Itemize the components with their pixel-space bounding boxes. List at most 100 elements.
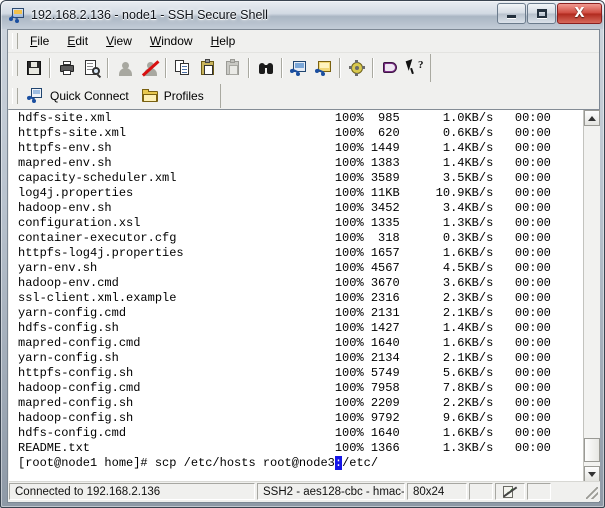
toolbar-separator <box>339 58 341 78</box>
scroll-up-button[interactable] <box>584 110 600 126</box>
title-bar[interactable]: 192.168.2.136 - node1 - SSH Secure Shell… <box>1 1 604 29</box>
find-icon <box>257 59 275 77</box>
settings-icon <box>348 59 366 77</box>
terminal-transfer-row: mapred-config.cmd 100% 1640 1.6KB/s 00:0… <box>18 336 551 350</box>
toolbar-drag-grip[interactable] <box>12 60 18 76</box>
profiles-button[interactable]: Profiles <box>135 85 210 107</box>
status-connection: Connected to 192.168.2.136 <box>9 483 255 500</box>
ssh-secure-shell-window: 192.168.2.136 - node1 - SSH Secure Shell… <box>0 0 605 508</box>
help-book-icon <box>381 59 399 77</box>
status-transfer-indicator: ✓ <box>495 483 525 500</box>
transfer-status-icon: ✓ <box>503 485 517 498</box>
terminal-transfer-row: httpfs-log4j.properties 100% 1657 1.6KB/… <box>18 246 551 260</box>
chevron-down-icon <box>588 471 596 477</box>
terminal-transfer-row: httpfs-env.sh 100% 1449 1.4KB/s 00:00 <box>18 141 551 155</box>
title-bar-left: 192.168.2.136 - node1 - SSH Secure Shell <box>9 1 268 29</box>
terminal-transfer-row: yarn-config.sh 100% 2134 2.1KB/s 00:00 <box>18 351 551 365</box>
terminal-transfer-row: configuration.xsl 100% 1335 1.3KB/s 00:0… <box>18 216 551 230</box>
close-icon: X <box>574 6 585 21</box>
terminal-output[interactable]: hdfs-site.xml 100% 985 1.0KB/s 00:00 http… <box>9 110 583 482</box>
save-button[interactable] <box>21 56 46 80</box>
copy-button[interactable] <box>170 56 195 80</box>
prompt-command-text: [root@node1 home]# scp /etc/hosts root@n… <box>18 456 335 470</box>
terminal-transfer-row: httpfs-config.sh 100% 5749 5.6KB/s 00:00 <box>18 366 551 380</box>
status-bar: Connected to 192.168.2.136 SSH2 - aes128… <box>9 481 600 501</box>
resize-grip[interactable] <box>553 483 600 500</box>
maximize-button[interactable] <box>527 3 556 24</box>
connect-button[interactable] <box>286 56 311 80</box>
settings-button[interactable] <box>344 56 369 80</box>
terminal-transfer-row: README.txt 100% 1366 1.3KB/s 00:00 <box>18 441 551 455</box>
terminal-panel: hdfs-site.xml 100% 985 1.0KB/s 00:00 http… <box>9 109 600 482</box>
paste-button[interactable] <box>195 56 220 80</box>
user-icon <box>116 59 134 77</box>
menu-item-edit[interactable]: Edit <box>58 32 97 50</box>
print-preview-button[interactable] <box>79 56 104 80</box>
quick-connect-label: Quick Connect <box>50 89 129 103</box>
status-cipher: SSH2 - aes128-cbc - hmac-md5 <box>257 483 405 500</box>
maximize-icon <box>536 9 547 18</box>
toolbar-separator <box>372 58 374 78</box>
scroll-down-button[interactable] <box>584 466 600 482</box>
terminal-transfer-row: mapred-config.sh 100% 2209 2.2KB/s 00:00 <box>18 396 551 410</box>
quick-toolbar: Quick Connect Profiles <box>8 83 599 110</box>
terminal-transfer-row: log4j.properties 100% 11KB 10.9KB/s 00:0… <box>18 186 551 200</box>
status-panel-6 <box>527 483 551 500</box>
terminal-prompt-line[interactable]: [root@node1 home]# scp /etc/hosts root@n… <box>18 456 583 471</box>
window-title: 192.168.2.136 - node1 - SSH Secure Shell <box>31 8 268 22</box>
paste-disabled-button <box>220 56 245 80</box>
toolbar-separator <box>281 58 283 78</box>
print-button[interactable] <box>54 56 79 80</box>
terminal-transfer-row: hadoop-config.sh 100% 9792 9.6KB/s 00:00 <box>18 411 551 425</box>
terminal-transfer-row: hadoop-config.cmd 100% 7958 7.8KB/s 00:0… <box>18 381 551 395</box>
terminal-transfer-row: hadoop-env.sh 100% 3452 3.4KB/s 00:00 <box>18 201 551 215</box>
profiles-label: Profiles <box>163 89 204 103</box>
terminal-transfer-row: hdfs-config.sh 100% 1427 1.4KB/s 00:00 <box>18 321 551 335</box>
terminal-transfer-row: mapred-env.sh 100% 1383 1.4KB/s 00:00 <box>18 156 551 170</box>
terminal-transfer-row: yarn-env.sh 100% 4567 4.5KB/s 00:00 <box>18 261 551 275</box>
terminal-transfer-row: capacity-scheduler.xml 100% 3589 3.5KB/s… <box>18 171 551 185</box>
scrollbar-thumb[interactable] <box>584 438 600 462</box>
ssh-terminal-icon <box>9 7 25 23</box>
copy-icon <box>174 59 192 77</box>
terminal-transfer-row: container-executor.cfg 100% 318 0.3KB/s … <box>18 231 551 245</box>
menu-item-view[interactable]: View <box>97 32 141 50</box>
close-button[interactable]: X <box>557 3 602 24</box>
chevron-up-icon <box>588 115 596 121</box>
toolbar-separator <box>107 58 109 78</box>
minimize-icon <box>507 15 516 18</box>
disconnect-user-icon <box>141 59 159 77</box>
terminal-scrollbar[interactable] <box>583 110 600 482</box>
menu-item-help[interactable]: Help <box>202 32 245 50</box>
status-terminal-size: 80x24 <box>407 483 467 500</box>
disconnect-button[interactable] <box>137 56 162 80</box>
minimize-button[interactable] <box>497 3 526 24</box>
help-button[interactable] <box>377 56 402 80</box>
quick-toolbar-drag-grip[interactable] <box>12 88 18 104</box>
toolbar-separator <box>49 58 51 78</box>
terminal-transfer-row: hadoop-env.cmd 100% 3670 3.6KB/s 00:00 <box>18 276 551 290</box>
menu-item-window[interactable]: Window <box>141 32 202 50</box>
terminal-transfer-row: hdfs-config.cmd 100% 1640 1.6KB/s 00:00 <box>18 426 551 440</box>
menu-item-file[interactable]: File <box>21 32 58 50</box>
window-controls: X <box>496 3 602 24</box>
find-button[interactable] <box>253 56 278 80</box>
connect-icon <box>289 59 308 77</box>
quick-connect-button[interactable]: Quick Connect <box>21 85 135 107</box>
file-transfer-icon <box>314 59 333 77</box>
main-toolbar: ? <box>8 53 599 83</box>
terminal-transfer-row: ssl-client.xml.example 100% 2316 2.3KB/s… <box>18 291 551 305</box>
toolbar-separator <box>165 58 167 78</box>
folder-icon <box>141 87 159 105</box>
file-transfer-button[interactable] <box>311 56 336 80</box>
quick-connect-icon <box>27 87 45 105</box>
toolbar-separator <box>248 58 250 78</box>
client-area: File Edit View Window Help ? Quick Conne… <box>7 29 600 503</box>
terminal-cursor: : <box>334 456 343 470</box>
print-preview-icon <box>83 59 101 79</box>
user-button[interactable] <box>112 56 137 80</box>
terminal-transfer-row: hdfs-site.xml 100% 985 1.0KB/s 00:00 <box>18 111 551 125</box>
menu-drag-grip[interactable] <box>12 33 18 49</box>
context-help-button[interactable]: ? <box>402 56 427 80</box>
menu-bar: File Edit View Window Help <box>8 30 599 53</box>
